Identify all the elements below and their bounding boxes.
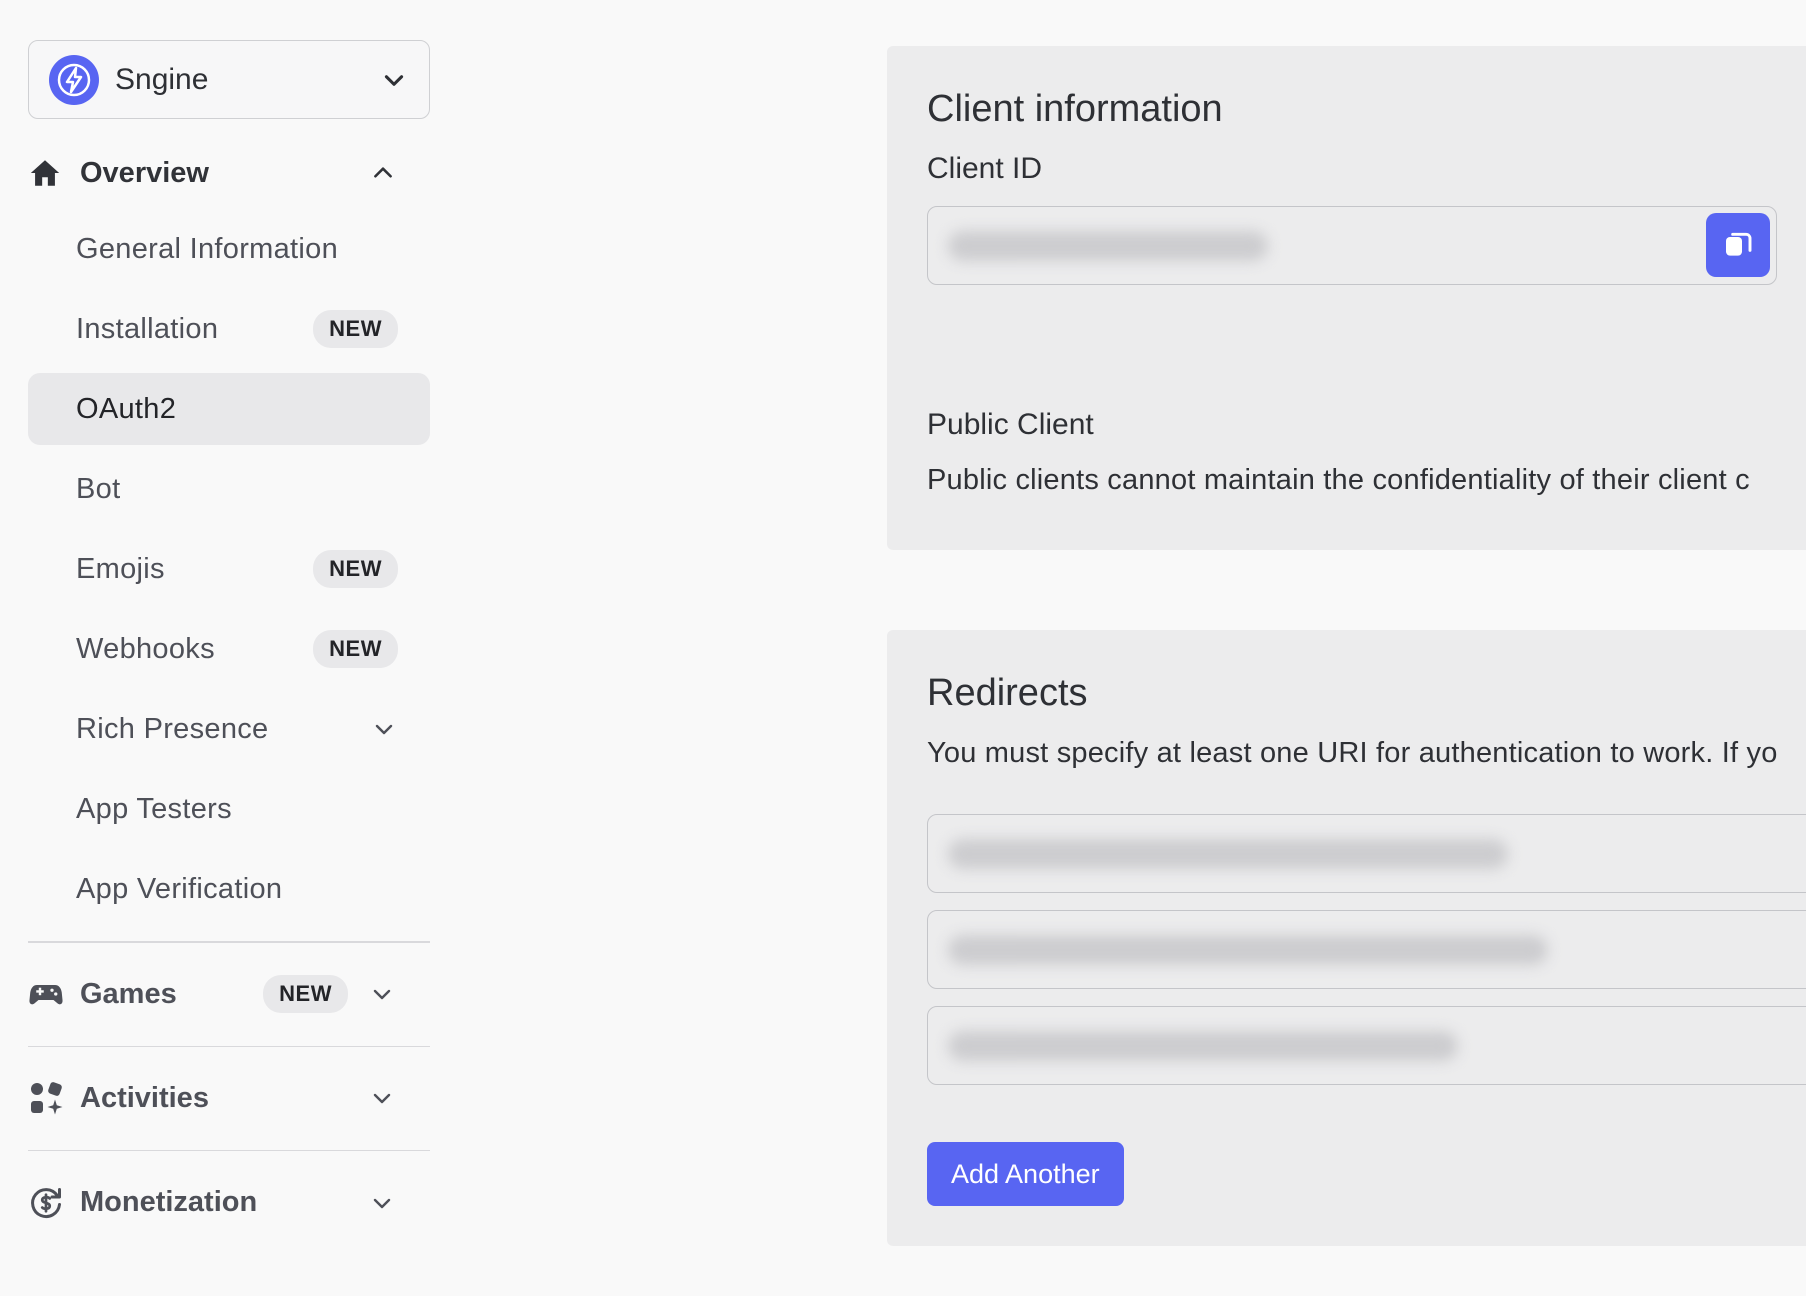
- chevron-up-icon: [374, 167, 392, 178]
- sidebar: Sngine Overview General Information Inst…: [28, 40, 430, 1255]
- client-id-label: Client ID: [927, 152, 1043, 185]
- section-overview[interactable]: Overview: [28, 143, 430, 203]
- games-label: Games: [80, 977, 177, 1010]
- app-selector-dropdown[interactable]: Sngine: [28, 40, 430, 119]
- chevron-down-icon: [373, 1198, 391, 1208]
- sidebar-item-label: OAuth2: [76, 392, 177, 425]
- chevron-down-icon: [384, 74, 404, 86]
- new-badge: NEW: [313, 550, 398, 588]
- overview-nav-list: General Information Installation NEW OAu…: [28, 213, 430, 925]
- home-icon: [30, 160, 60, 186]
- redacted-client-id: [948, 231, 1268, 261]
- sidebar-item-label: Webhooks: [76, 632, 215, 665]
- monetization-icon: [31, 1187, 61, 1218]
- redirect-uri-input[interactable]: [927, 814, 1806, 893]
- sidebar-item-label: Installation: [76, 312, 219, 345]
- sidebar-item-emojis[interactable]: Emojis NEW: [28, 533, 430, 605]
- redacted-redirect-uri: [948, 1031, 1458, 1061]
- sidebar-item-label: Rich Presence: [76, 712, 269, 745]
- sidebar-item-general-information[interactable]: General Information: [28, 213, 430, 285]
- new-badge: NEW: [263, 975, 348, 1013]
- sidebar-item-installation[interactable]: Installation NEW: [28, 293, 430, 365]
- copy-button[interactable]: [1706, 213, 1770, 277]
- redirect-uri-input[interactable]: [927, 910, 1806, 989]
- public-client-label: Public Client: [927, 408, 1094, 441]
- section-games[interactable]: Games NEW: [28, 943, 430, 1047]
- sidebar-item-rich-presence[interactable]: Rich Presence: [28, 693, 430, 765]
- monetization-label: Monetization: [80, 1186, 258, 1218]
- redirects-description: You must specify at least one URI for au…: [927, 737, 1778, 769]
- activities-icon: [31, 1082, 63, 1115]
- sidebar-item-label: Bot: [76, 472, 121, 505]
- client-information-title: Client information: [927, 88, 1223, 130]
- sidebar-item-app-verification[interactable]: App Verification: [28, 853, 430, 925]
- redacted-redirect-uri: [948, 935, 1548, 965]
- chevron-down-icon: [375, 724, 393, 735]
- client-id-field[interactable]: [927, 206, 1777, 285]
- copy-icon: [1726, 232, 1752, 256]
- redacted-redirect-uri: [948, 839, 1508, 869]
- developer-portal: Sngine Overview General Information Inst…: [0, 0, 1806, 1296]
- public-client-description: Public clients cannot maintain the confi…: [927, 464, 1750, 496]
- new-badge: NEW: [313, 630, 398, 668]
- sidebar-item-label: Emojis: [76, 552, 165, 585]
- sidebar-item-label: App Verification: [76, 872, 283, 905]
- section-activities[interactable]: Activities: [28, 1047, 430, 1151]
- app-logo-icon: [49, 54, 99, 105]
- chevron-down-icon: [373, 1093, 391, 1104]
- chevron-down-icon: [373, 989, 391, 1000]
- redirects-card: Redirects You must specify at least one …: [887, 630, 1806, 1246]
- sidebar-item-label: General Information: [76, 232, 338, 265]
- sidebar-item-label: App Testers: [76, 792, 232, 825]
- client-information-card: Client information Client ID Public Clie…: [887, 46, 1806, 550]
- redirects-title: Redirects: [927, 672, 1088, 714]
- sidebar-item-webhooks[interactable]: Webhooks NEW: [28, 613, 430, 685]
- sidebar-item-bot[interactable]: Bot: [28, 453, 430, 525]
- sidebar-item-oauth2[interactable]: OAuth2: [28, 373, 430, 445]
- activities-label: Activities: [80, 1081, 209, 1114]
- redirect-uri-input[interactable]: [927, 1006, 1806, 1085]
- sidebar-item-app-testers[interactable]: App Testers: [28, 773, 430, 845]
- overview-label: Overview: [80, 156, 209, 189]
- add-another-button[interactable]: Add Another: [927, 1142, 1124, 1206]
- section-monetization[interactable]: Monetization: [28, 1151, 430, 1255]
- app-name: Sngine: [115, 62, 209, 96]
- new-badge: NEW: [313, 310, 398, 348]
- gamepad-icon: [29, 985, 63, 1005]
